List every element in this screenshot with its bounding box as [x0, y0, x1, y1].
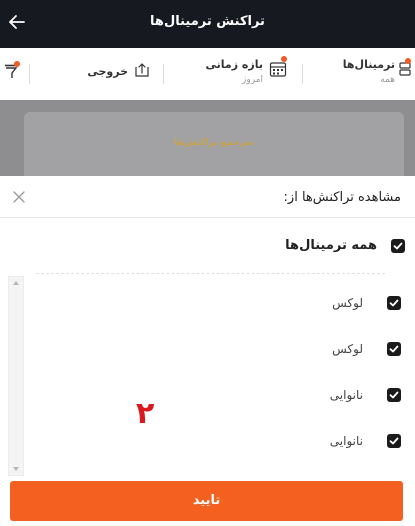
export-button[interactable]: خروجی: [70, 56, 150, 92]
terminal-select-sheet: مشاهده تراکنش‌ها از: همه ترمینال‌ها لوکس…: [0, 176, 415, 526]
page-title: تراکنش ترمینال‌ها: [150, 14, 265, 29]
terminal-checkbox[interactable]: [387, 388, 401, 402]
list-item[interactable]: نانوایی: [0, 382, 415, 410]
terminals-filter[interactable]: ترمینال‌ها همه: [339, 56, 411, 92]
sheet-title: مشاهده تراکنش‌ها از:: [283, 190, 401, 205]
terminal-label: نانوایی: [329, 388, 363, 402]
divider: [36, 273, 385, 274]
terminal-label: نانوایی: [329, 434, 363, 448]
terminal-checkbox[interactable]: [387, 434, 401, 448]
annotation-number: ۲: [136, 396, 155, 431]
period-filter-value: امروز: [242, 75, 263, 85]
export-label: خروجی: [87, 65, 128, 78]
checkmark-icon: [389, 391, 399, 399]
terminal-checkbox[interactable]: [387, 296, 401, 310]
terminal-icon: [399, 62, 411, 76]
scroll-down-arrow[interactable]: [13, 467, 19, 471]
active-filter-dot: [405, 58, 411, 64]
sheet-header: مشاهده تراکنش‌ها از:: [0, 176, 415, 218]
period-filter[interactable]: بازه زمانی امروز: [197, 56, 287, 92]
list-item[interactable]: نانوایی: [0, 428, 415, 456]
select-all-checkbox[interactable]: [391, 239, 405, 253]
separator: [163, 64, 164, 84]
top-app-bar: تراکنش ترمینال‌ها: [0, 0, 415, 48]
confirm-button[interactable]: تایید: [10, 481, 403, 521]
active-filter-dot: [14, 61, 20, 67]
active-filter-dot: [281, 56, 287, 62]
separator: [302, 64, 303, 84]
summary-card: سرجمع تراکنش‌ها: [24, 112, 404, 176]
calendar-icon: [269, 62, 287, 77]
separator: [29, 64, 30, 84]
filter-bar: ترمینال‌ها همه بازه زمانی امروز خروجی: [0, 48, 415, 100]
terminal-label: لوکس: [332, 296, 363, 310]
checkmark-icon: [389, 437, 399, 445]
terminals-filter-value: همه: [380, 75, 395, 85]
export-icon: [135, 63, 149, 77]
select-all-label: همه ترمینال‌ها: [285, 238, 377, 253]
checkmark-icon: [389, 299, 399, 307]
checkmark-icon: [393, 242, 403, 250]
terminal-checkbox[interactable]: [387, 342, 401, 356]
select-all-row[interactable]: همه ترمینال‌ها: [0, 230, 415, 262]
checkmark-icon: [389, 345, 399, 353]
terminal-label: لوکس: [332, 342, 363, 356]
list-item[interactable]: لوکس: [0, 336, 415, 364]
scroll-up-arrow[interactable]: [13, 281, 19, 285]
scrollbar[interactable]: [8, 276, 24, 476]
terminals-filter-title: ترمینال‌ها: [342, 58, 395, 71]
list-item[interactable]: لوکس: [0, 290, 415, 318]
summary-card-title: سرجمع تراکنش‌ها: [174, 138, 254, 148]
close-icon[interactable]: [12, 190, 26, 204]
dimmed-backdrop[interactable]: سرجمع تراکنش‌ها: [0, 100, 415, 176]
terminal-list: لوکس لوکس نانوایی نانوایی: [0, 280, 415, 476]
period-filter-title: بازه زمانی: [205, 58, 263, 71]
